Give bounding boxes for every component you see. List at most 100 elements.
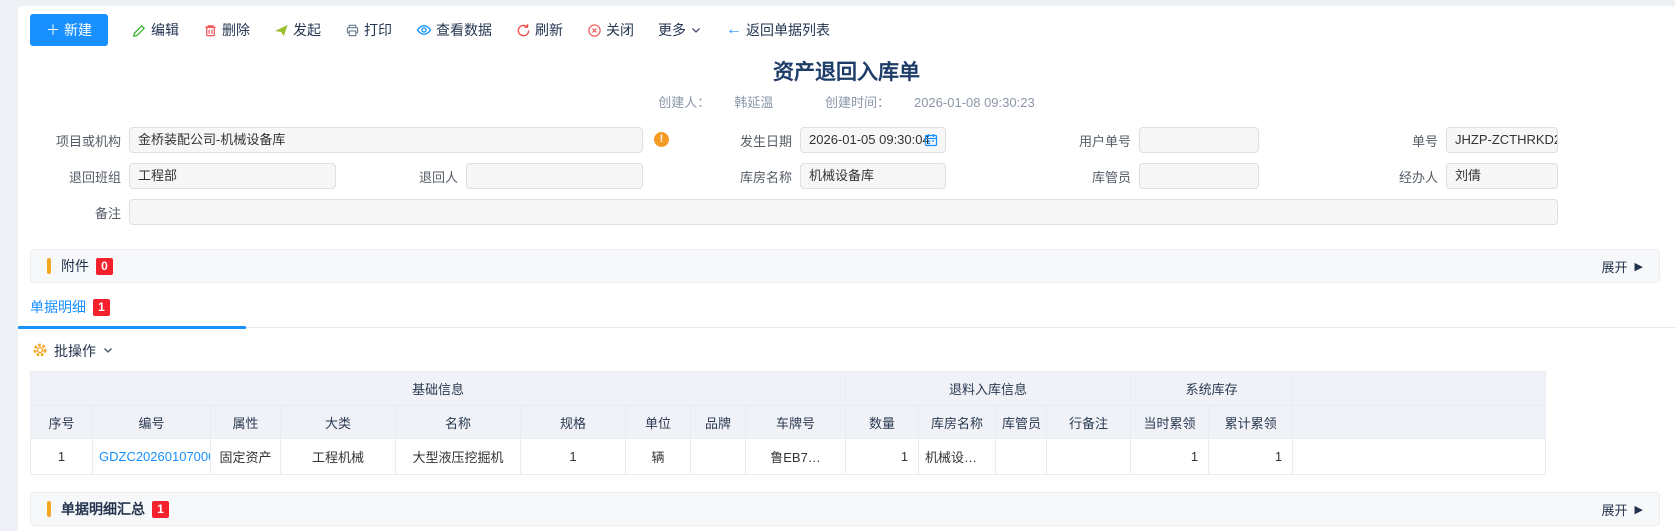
doc-no-field[interactable]: JHZP-ZCTHRKD20260000001 bbox=[1446, 127, 1558, 153]
close-circle-icon bbox=[587, 23, 602, 38]
page-card: ＋新建 编辑 删除 发起 打印 查看数据 刷新 关闭 bbox=[18, 6, 1675, 531]
attachments-section-bar: 附件 0 展开 ▶ bbox=[30, 249, 1660, 283]
col-total-received: 累计累领 bbox=[1209, 406, 1293, 439]
cell-seq: 1 bbox=[31, 439, 93, 475]
cell-brand bbox=[691, 439, 746, 475]
section-marker bbox=[47, 258, 51, 274]
back-arrow-icon: ← bbox=[726, 22, 742, 38]
col-unit: 单位 bbox=[626, 406, 691, 439]
detail-summary-bar: 单据明细汇总 1 展开 ▶ bbox=[30, 492, 1660, 526]
group-system-stock: 系统库存 bbox=[1131, 372, 1293, 406]
col-keeper: 库管员 bbox=[996, 406, 1047, 439]
delete-button[interactable]: 删除 bbox=[203, 20, 250, 40]
col-quantity: 数量 bbox=[846, 406, 919, 439]
group-return-stockin-info: 退料入库信息 bbox=[846, 372, 1131, 406]
expand-triangle-icon: ▶ bbox=[1635, 260, 1643, 273]
group-header-row: 基础信息 退料入库信息 系统库存 bbox=[31, 372, 1546, 406]
cell-total-received: 1 bbox=[1209, 439, 1293, 475]
return-team-label: 退回班组 bbox=[36, 167, 129, 186]
cell-plate-no: 鲁EB7… bbox=[746, 439, 846, 475]
doc-no-label: 单号 bbox=[1259, 131, 1446, 150]
created-time-value: 2026-01-08 09:30:23 bbox=[914, 95, 1035, 110]
col-code: 编号 bbox=[93, 406, 211, 439]
col-spec: 规格 bbox=[521, 406, 626, 439]
remark-label: 备注 bbox=[36, 203, 129, 222]
cell-attribute: 固定资产 bbox=[211, 439, 281, 475]
plus-icon: ＋ bbox=[46, 20, 60, 40]
cell-line-remark bbox=[1047, 439, 1131, 475]
creator-label: 创建人： bbox=[658, 95, 710, 110]
initiate-button[interactable]: 发起 bbox=[274, 20, 321, 40]
returner-label: 退回人 bbox=[336, 167, 466, 186]
cell-warehouse: 机械设… bbox=[919, 439, 996, 475]
column-header-row: 序号 编号 属性 大类 名称 规格 单位 品牌 车牌号 数量 库房名称 库管员 … bbox=[31, 406, 1546, 439]
eye-icon bbox=[416, 22, 432, 38]
return-team-field[interactable]: 工程部 bbox=[129, 163, 336, 189]
cell-spec: 1 bbox=[521, 439, 626, 475]
attachments-count-badge: 0 bbox=[96, 258, 113, 275]
cell-filler bbox=[1293, 439, 1546, 475]
attachments-title: 附件 bbox=[61, 256, 89, 276]
detail-count-badge: 1 bbox=[93, 299, 110, 316]
returner-field[interactable] bbox=[466, 163, 643, 189]
detail-table: 基础信息 退料入库信息 系统库存 序号 编号 属性 大类 名称 规格 单位 品牌… bbox=[30, 371, 1546, 475]
attachments-expand-button[interactable]: 展开 ▶ bbox=[1602, 257, 1643, 276]
asset-code-link[interactable]: GDZC202601070001 bbox=[99, 449, 211, 464]
col-plate-no: 车牌号 bbox=[746, 406, 846, 439]
back-to-list-button[interactable]: ← 返回单据列表 bbox=[726, 20, 830, 40]
occur-date-field[interactable]: 2026-01-05 09:30:04 bbox=[800, 127, 946, 153]
view-data-button[interactable]: 查看数据 bbox=[416, 20, 492, 40]
creator-value: 韩延温 bbox=[734, 95, 773, 110]
printer-icon bbox=[345, 23, 360, 38]
calendar-icon[interactable] bbox=[923, 132, 939, 153]
handler-field[interactable]: 刘倩 bbox=[1446, 163, 1558, 189]
keeper-label: 库管员 bbox=[946, 167, 1139, 186]
cell-code: GDZC202601070001 bbox=[93, 439, 211, 475]
info-icon: ! bbox=[654, 132, 669, 147]
col-brand: 品牌 bbox=[691, 406, 746, 439]
cell-category: 工程机械 bbox=[281, 439, 396, 475]
toolbar: ＋新建 编辑 删除 发起 打印 查看数据 刷新 关闭 bbox=[18, 6, 1675, 46]
warehouse-field[interactable]: 机械设备库 bbox=[800, 163, 946, 189]
col-warehouse: 库房名称 bbox=[919, 406, 996, 439]
cell-quantity: 1 bbox=[846, 439, 919, 475]
new-button[interactable]: ＋新建 bbox=[30, 14, 108, 46]
summary-title: 单据明细汇总 bbox=[61, 499, 145, 519]
handler-label: 经办人 bbox=[1259, 167, 1446, 186]
more-button[interactable]: 更多 bbox=[658, 20, 702, 40]
summary-expand-button[interactable]: 展开 ▶ bbox=[1602, 500, 1643, 519]
edit-button[interactable]: 编辑 bbox=[132, 20, 179, 40]
group-basic-info: 基础信息 bbox=[31, 372, 846, 406]
pencil-icon bbox=[132, 23, 147, 38]
active-tab-underline bbox=[18, 326, 246, 329]
col-current-received: 当时累领 bbox=[1131, 406, 1209, 439]
tab-document-detail[interactable]: 单据明细 1 bbox=[30, 297, 110, 317]
keeper-field[interactable] bbox=[1139, 163, 1259, 189]
document-form: 项目或机构 金桥装配公司-机械设备库 ! 发生日期 2026-01-05 09:… bbox=[36, 127, 1675, 225]
send-icon bbox=[274, 23, 289, 38]
col-seq: 序号 bbox=[31, 406, 93, 439]
summary-count-badge: 1 bbox=[152, 501, 169, 518]
chevron-down-icon bbox=[690, 24, 702, 36]
refresh-button[interactable]: 刷新 bbox=[516, 20, 563, 40]
print-button[interactable]: 打印 bbox=[345, 20, 392, 40]
close-button[interactable]: 关闭 bbox=[587, 20, 634, 40]
warehouse-label: 库房名称 bbox=[643, 167, 800, 186]
col-name: 名称 bbox=[396, 406, 521, 439]
gear-icon bbox=[32, 342, 48, 361]
user-no-field[interactable] bbox=[1139, 127, 1259, 153]
remark-field[interactable] bbox=[129, 199, 1558, 225]
detail-tabs: 单据明细 1 bbox=[18, 297, 1675, 328]
table-row: 1 GDZC202601070001 固定资产 工程机械 大型液压挖掘机 1 辆… bbox=[31, 439, 1546, 475]
col-line-remark: 行备注 bbox=[1047, 406, 1131, 439]
org-label: 项目或机构 bbox=[36, 131, 129, 150]
section-marker bbox=[47, 501, 51, 517]
doc-meta: 创建人： 韩延温 创建时间： 2026-01-08 09:30:23 bbox=[18, 92, 1675, 111]
col-attribute: 属性 bbox=[211, 406, 281, 439]
expand-triangle-icon: ▶ bbox=[1635, 503, 1643, 516]
org-field[interactable]: 金桥装配公司-机械设备库 bbox=[129, 127, 643, 153]
batch-ops-button[interactable]: 批操作 bbox=[32, 341, 1675, 361]
cell-keeper bbox=[996, 439, 1047, 475]
cell-unit: 辆 bbox=[626, 439, 691, 475]
created-time-label: 创建时间： bbox=[825, 95, 890, 110]
